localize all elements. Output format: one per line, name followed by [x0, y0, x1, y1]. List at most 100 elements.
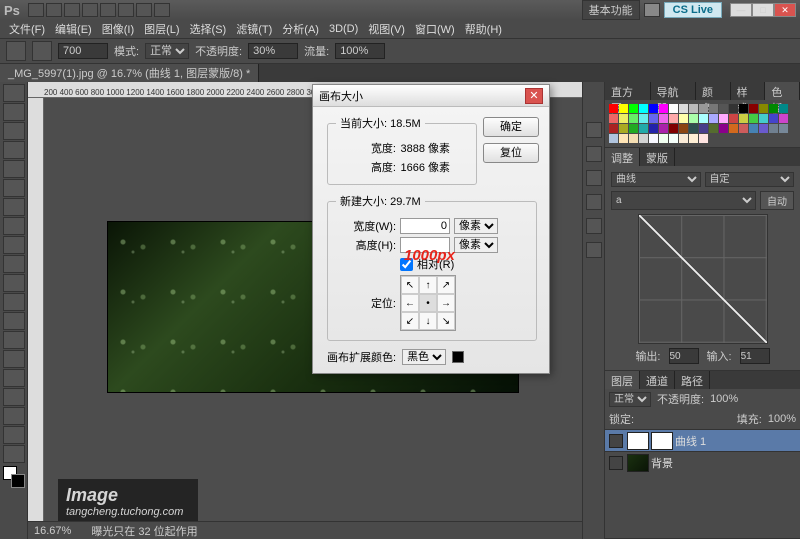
- workspace-switcher[interactable]: 基本功能: [582, 0, 640, 20]
- menu-view[interactable]: 视图(V): [363, 21, 410, 37]
- extend-color-select[interactable]: 黑色: [402, 349, 446, 365]
- cslive-button[interactable]: CS Live: [664, 2, 722, 18]
- layer-name[interactable]: 曲线 1: [675, 433, 706, 449]
- new-width-input[interactable]: [400, 218, 450, 234]
- options-bar: 700 模式: 正常 不透明度: 30% 流量: 100%: [0, 38, 800, 64]
- tab-layers[interactable]: 图层: [605, 371, 640, 389]
- current-size-legend: 当前大小: 18.5M: [336, 115, 425, 131]
- history-brush-tool-icon[interactable]: [3, 255, 25, 273]
- curves-output-input[interactable]: [669, 348, 699, 364]
- layer-blend-select[interactable]: 正常: [609, 392, 651, 407]
- tab-color[interactable]: 颜色: [696, 82, 731, 100]
- tab-masks[interactable]: 蒙版: [640, 148, 675, 166]
- layer-opacity-value[interactable]: 100%: [710, 393, 738, 405]
- canvas-size-dialog: 画布大小 ✕ 确定 复位 当前大小: 18.5M 宽度:3888 像素 高度:1…: [312, 84, 550, 374]
- anchor-grid[interactable]: ↖↑↗ ←•→ ↙↓↘: [400, 275, 456, 331]
- marquee-tool-icon[interactable]: [3, 103, 25, 121]
- minimize-button[interactable]: —: [730, 3, 752, 17]
- curves-auto-button[interactable]: 自动: [760, 191, 794, 210]
- brush-tool-icon[interactable]: [3, 217, 25, 235]
- layer-row[interactable]: 曲线 1: [605, 429, 800, 451]
- menu-filter[interactable]: 滤镜(T): [231, 21, 277, 37]
- pen-tool-icon[interactable]: [3, 350, 25, 368]
- document-tab[interactable]: _MG_5997(1).jpg @ 16.7% (曲线 1, 图层蒙版/8) *: [0, 64, 259, 82]
- tab-adjustments[interactable]: 调整: [605, 148, 640, 166]
- lasso-tool-icon[interactable]: [3, 122, 25, 140]
- current-tool-icon[interactable]: [6, 41, 26, 61]
- actions-icon[interactable]: [586, 146, 602, 162]
- color-swap[interactable]: [3, 466, 25, 488]
- gradient-tool-icon[interactable]: [3, 293, 25, 311]
- mode-label: 模式:: [114, 43, 139, 59]
- opacity-label: 不透明度:: [195, 43, 242, 59]
- flow-input[interactable]: 100%: [335, 43, 385, 59]
- maximize-button[interactable]: □: [752, 3, 774, 17]
- zoom-tool-icon[interactable]: [3, 445, 25, 463]
- stamp-tool-icon[interactable]: [3, 236, 25, 254]
- opacity-input[interactable]: 30%: [248, 43, 298, 59]
- menu-3d[interactable]: 3D(D): [324, 23, 363, 35]
- clone-icon[interactable]: [586, 218, 602, 234]
- layer-fill-value[interactable]: 100%: [768, 413, 796, 425]
- menu-help[interactable]: 帮助(H): [460, 21, 507, 37]
- curves-type-select[interactable]: 曲线: [611, 172, 701, 187]
- brush-preset-icon[interactable]: [32, 41, 52, 61]
- layer-thumb: [627, 432, 649, 450]
- menu-select[interactable]: 选择(S): [185, 21, 232, 37]
- zoom-level[interactable]: 16.67%: [34, 525, 71, 537]
- type-tool-icon[interactable]: [3, 369, 25, 387]
- tab-swatches[interactable]: 色板: [765, 82, 800, 100]
- swatches-grid[interactable]: [609, 104, 796, 143]
- curves-input-input[interactable]: [740, 348, 770, 364]
- layer-opacity-label: 不透明度:: [657, 391, 704, 407]
- dodge-tool-icon[interactable]: [3, 331, 25, 349]
- hand-tool-icon[interactable]: [3, 426, 25, 444]
- blend-mode-select[interactable]: 正常: [145, 43, 189, 59]
- extend-color-swatch[interactable]: [452, 351, 464, 363]
- tab-histogram[interactable]: 直方图: [605, 82, 651, 100]
- move-tool-icon[interactable]: [3, 84, 25, 102]
- crop-tool-icon[interactable]: [3, 160, 25, 178]
- history-icon[interactable]: [586, 122, 602, 138]
- status-info: 曝光只在 32 位起作用: [91, 523, 197, 539]
- wand-tool-icon[interactable]: [3, 141, 25, 159]
- paragraph-icon[interactable]: [586, 194, 602, 210]
- dialog-close-button[interactable]: ✕: [525, 88, 543, 104]
- menu-image[interactable]: 图像(I): [97, 21, 139, 37]
- shape-tool-icon[interactable]: [3, 407, 25, 425]
- eyedropper-tool-icon[interactable]: [3, 179, 25, 197]
- path-tool-icon[interactable]: [3, 388, 25, 406]
- curves-preset-select[interactable]: 自定: [705, 172, 795, 187]
- ok-button[interactable]: 确定: [483, 117, 539, 137]
- info-icon[interactable]: [586, 242, 602, 258]
- menu-window[interactable]: 窗口(W): [410, 21, 460, 37]
- heal-tool-icon[interactable]: [3, 198, 25, 216]
- app-logo: Ps: [4, 3, 20, 18]
- visibility-icon[interactable]: [609, 434, 623, 448]
- visibility-icon[interactable]: [609, 456, 623, 470]
- curves-channel-select[interactable]: a: [611, 191, 756, 210]
- close-button[interactable]: ✕: [774, 3, 796, 17]
- blur-tool-icon[interactable]: [3, 312, 25, 330]
- new-height-label: 高度(H):: [336, 237, 396, 253]
- search-icon[interactable]: [644, 3, 660, 17]
- height-unit-select[interactable]: 像素: [454, 237, 498, 253]
- eraser-tool-icon[interactable]: [3, 274, 25, 292]
- tab-navigator[interactable]: 导航器: [651, 82, 697, 100]
- curves-graph[interactable]: [638, 214, 768, 344]
- menu-file[interactable]: 文件(F): [4, 21, 50, 37]
- layer-row[interactable]: 背景: [605, 451, 800, 473]
- new-size-legend: 新建大小: 29.7M: [336, 193, 425, 209]
- layer-name[interactable]: 背景: [651, 455, 673, 471]
- toolbox: [0, 82, 28, 539]
- character-icon[interactable]: [586, 170, 602, 186]
- reset-button[interactable]: 复位: [483, 143, 539, 163]
- tab-styles[interactable]: 样式: [731, 82, 766, 100]
- width-unit-select[interactable]: 像素: [454, 218, 498, 234]
- menu-analysis[interactable]: 分析(A): [277, 21, 324, 37]
- menu-layer[interactable]: 图层(L): [139, 21, 184, 37]
- menu-edit[interactable]: 编辑(E): [50, 21, 97, 37]
- tab-channels[interactable]: 通道: [640, 371, 675, 389]
- tab-paths[interactable]: 路径: [675, 371, 710, 389]
- brush-size-input[interactable]: 700: [58, 43, 108, 59]
